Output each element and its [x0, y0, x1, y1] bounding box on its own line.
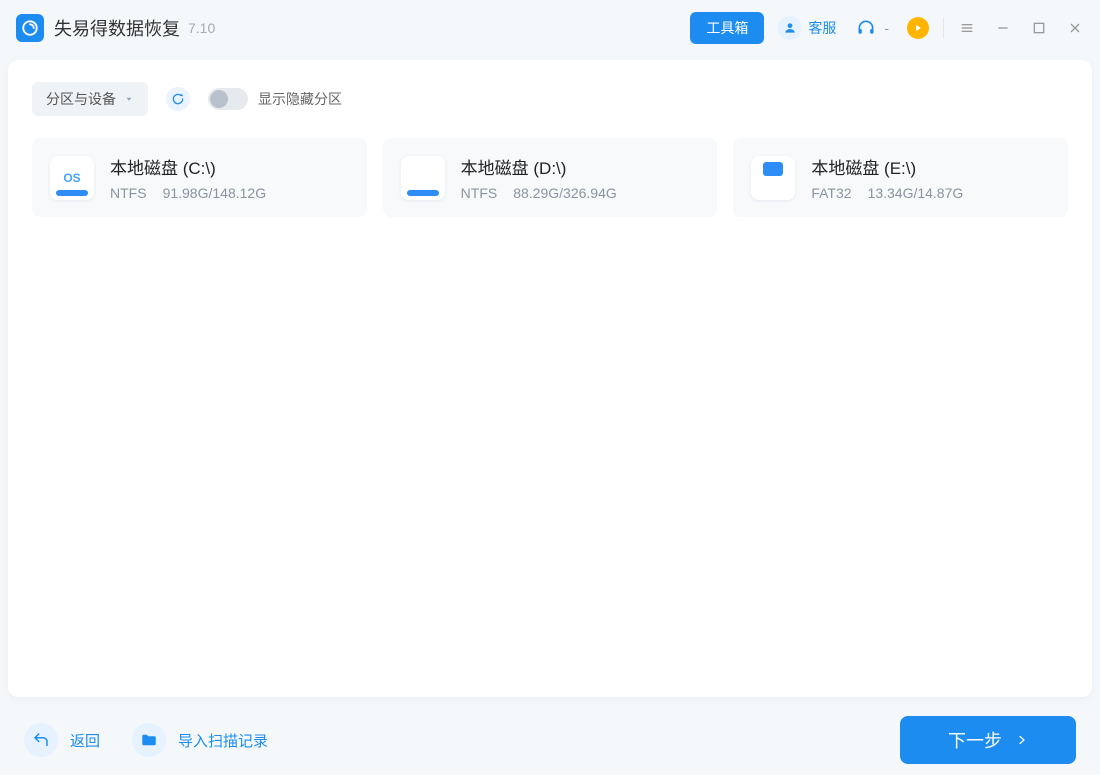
dropdown-label: 分区与设备	[46, 89, 116, 109]
app-logo-icon	[16, 14, 44, 42]
support-label: 客服	[808, 18, 836, 38]
next-label: 下一步	[948, 727, 1002, 753]
refresh-button[interactable]	[166, 87, 190, 111]
import-link[interactable]: 导入扫描记录	[132, 723, 268, 757]
footer: 返回 导入扫描记录 下一步	[0, 705, 1100, 775]
headset-icon	[854, 16, 878, 40]
disk-plain-icon	[401, 156, 445, 200]
support-icon	[778, 16, 802, 40]
disk-name: 本地磁盘 (E:\)	[811, 154, 963, 179]
titlebar: 失易得数据恢复 7.10 工具箱 客服 -	[0, 0, 1100, 56]
app-version: 7.10	[188, 20, 215, 36]
disk-name: 本地磁盘 (C:\)	[110, 154, 266, 179]
disk-grid: OS 本地磁盘 (C:\) NTFS 91.98G/148.12G 本地磁盘 (…	[32, 138, 1068, 217]
close-button[interactable]	[1066, 19, 1084, 37]
disk-size: 91.98G/148.12G	[163, 185, 267, 201]
disk-name: 本地磁盘 (D:\)	[461, 154, 617, 179]
import-label: 导入扫描记录	[178, 730, 268, 751]
back-label: 返回	[70, 730, 100, 751]
warning-badge-icon[interactable]	[907, 17, 929, 39]
headset-link[interactable]: -	[854, 16, 889, 40]
app-title: 失易得数据恢复	[54, 15, 180, 41]
disk-size: 13.34G/14.87G	[868, 185, 964, 201]
minimize-button[interactable]	[994, 19, 1012, 37]
maximize-button[interactable]	[1030, 19, 1048, 37]
disk-fs: FAT32	[811, 185, 851, 201]
window-controls	[958, 19, 1084, 37]
chevron-down-icon	[124, 94, 134, 104]
back-icon	[24, 723, 58, 757]
disk-fs: NTFS	[461, 185, 498, 201]
main-panel: 分区与设备 显示隐藏分区 OS 本地磁盘 (C:\) NTFS	[8, 60, 1092, 697]
disk-fat-icon	[751, 156, 795, 200]
divider	[943, 17, 944, 39]
back-link[interactable]: 返回	[24, 723, 100, 757]
disk-card-e[interactable]: 本地磁盘 (E:\) FAT32 13.34G/14.87G	[733, 138, 1068, 217]
support-link[interactable]: 客服	[778, 16, 836, 40]
disk-card-c[interactable]: OS 本地磁盘 (C:\) NTFS 91.98G/148.12G	[32, 138, 367, 217]
panel-toolbar: 分区与设备 显示隐藏分区	[32, 82, 1068, 116]
toggle-knob	[210, 90, 228, 108]
folder-icon	[132, 723, 166, 757]
menu-button[interactable]	[958, 19, 976, 37]
headset-label: -	[884, 20, 889, 36]
disk-size: 88.29G/326.94G	[513, 185, 617, 201]
toolbox-button[interactable]: 工具箱	[690, 12, 764, 44]
chevron-right-icon	[1016, 734, 1028, 746]
next-button[interactable]: 下一步	[900, 716, 1076, 764]
disk-os-icon: OS	[50, 156, 94, 200]
toggle-label: 显示隐藏分区	[258, 89, 342, 109]
partition-dropdown[interactable]: 分区与设备	[32, 82, 148, 116]
show-hidden-toggle[interactable]	[208, 88, 248, 110]
disk-card-d[interactable]: 本地磁盘 (D:\) NTFS 88.29G/326.94G	[383, 138, 718, 217]
disk-fs: NTFS	[110, 185, 147, 201]
